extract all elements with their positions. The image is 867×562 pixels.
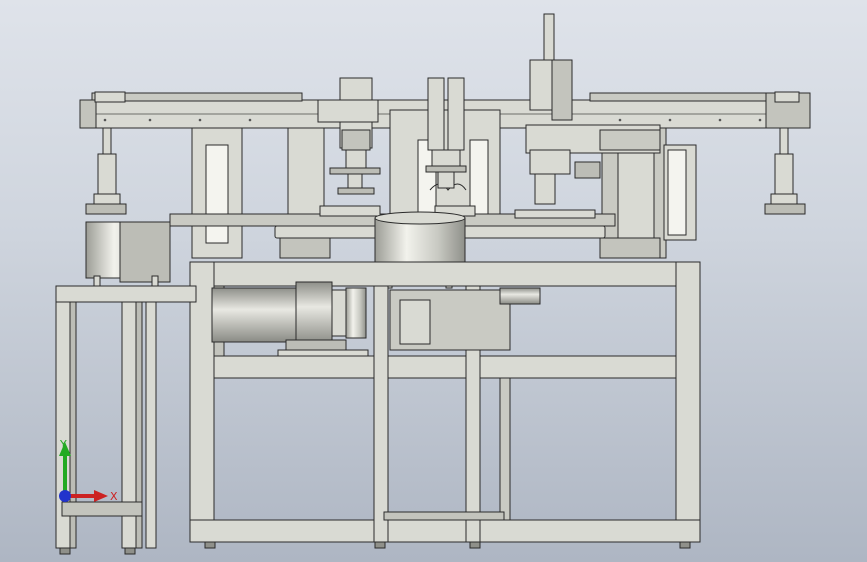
right-gripper-rod[interactable] <box>779 127 789 157</box>
cad-viewport[interactable]: Y X <box>0 0 867 562</box>
upright-post-mid[interactable] <box>287 127 325 229</box>
left-gripper-rod[interactable] <box>102 127 112 157</box>
main-frame-bottom-rail <box>189 519 701 543</box>
left-stand-top[interactable] <box>55 285 197 303</box>
main-frame-left-post[interactable] <box>189 261 215 543</box>
press-unit-center-a[interactable] <box>427 77 445 151</box>
x-axis-label: X <box>110 490 118 503</box>
coordinate-triad-icon <box>59 442 108 502</box>
y-axis-label: Y <box>59 438 67 451</box>
coordinate-triad: Y X <box>59 438 118 503</box>
main-frame-top[interactable] <box>189 261 701 287</box>
drive-motor[interactable] <box>211 287 309 343</box>
gantry-end-left <box>79 99 97 129</box>
main-frame-right-post[interactable] <box>675 261 701 543</box>
machine-assembly-model[interactable] <box>0 0 867 562</box>
press-unit-center-b[interactable] <box>447 77 465 151</box>
main-frame-mid-rail <box>213 355 677 379</box>
